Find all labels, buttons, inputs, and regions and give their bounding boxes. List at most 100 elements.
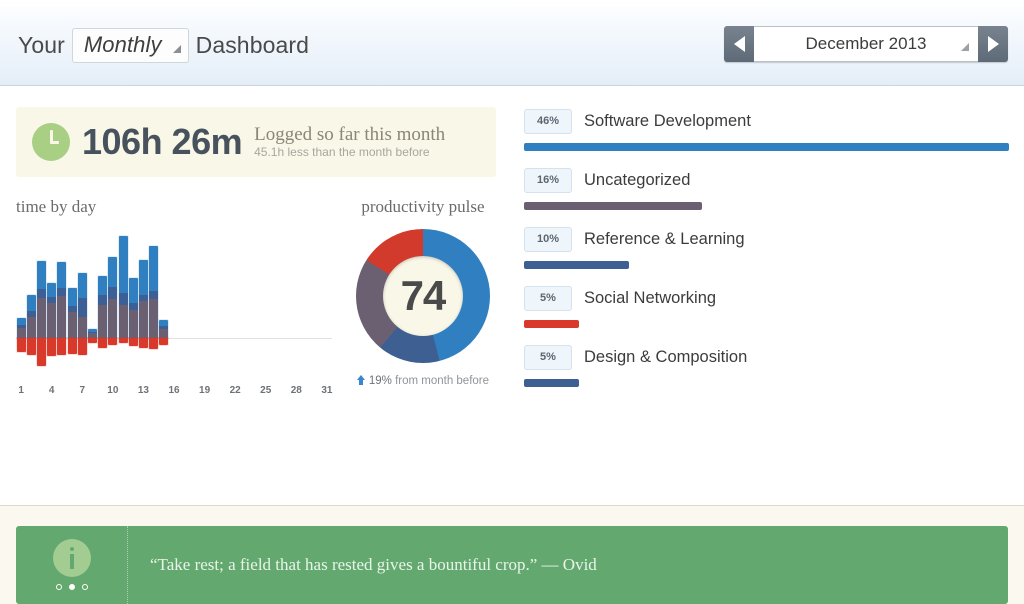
pulse-score: 74 <box>400 272 447 319</box>
bar-segment-distracting <box>118 338 128 343</box>
bar-segment-neutral <box>57 296 67 338</box>
info-icon <box>52 538 91 577</box>
axis-tick-label: 10 <box>107 385 119 396</box>
carousel-dot-2[interactable] <box>68 583 75 590</box>
previous-period-button[interactable] <box>724 26 754 62</box>
left-column: 106h 26m Logged so far this month 45.1h … <box>16 107 496 401</box>
category-bar <box>524 143 1009 151</box>
category-row[interactable]: 5% Design & Composition <box>524 344 1008 387</box>
bar-segment-distracting <box>149 338 159 349</box>
date-navigator: December 2013 <box>724 26 1008 62</box>
carousel-dot-1[interactable] <box>55 583 62 590</box>
bar-segment-neutral <box>138 300 148 338</box>
dashboard-header: Your Monthly Dashboard December 2013 <box>0 0 1024 86</box>
title-prefix: Your <box>18 32 65 58</box>
quote-banner: “Take rest; a field that has rested give… <box>16 526 1008 604</box>
category-row[interactable]: 16% Uncategorized <box>524 167 1008 210</box>
bar-segment-neutral <box>159 329 169 338</box>
bar-segment-distracting <box>36 338 46 367</box>
total-time-value: 106h 26m <box>82 121 243 162</box>
axis-tick-label: 7 <box>79 385 86 396</box>
summary-texts: Logged so far this month 45.1h less than… <box>254 124 445 160</box>
category-percent: 16% <box>524 167 572 193</box>
category-header: 10% Reference & Learning <box>524 226 1008 252</box>
bar-segment-neutral <box>98 304 108 338</box>
bar-segment-neutral <box>128 310 138 338</box>
dashboard-content: 106h 26m Logged so far this month 45.1h … <box>0 86 1024 604</box>
category-bar <box>524 261 629 269</box>
category-header: 5% Social Networking <box>524 285 1008 311</box>
pulse-change-text: from month before <box>395 375 490 387</box>
bar-segment-neutral <box>36 298 46 338</box>
bar-segment-distracting <box>47 338 57 357</box>
triangle-left-icon <box>733 36 745 52</box>
bar-segment-distracting <box>159 338 169 345</box>
category-percent: 5% <box>524 285 572 311</box>
time-logged-summary: 106h 26m Logged so far this month 45.1h … <box>16 107 496 177</box>
category-header: 46% Software Development <box>524 108 1008 134</box>
pulse-change: 19% from month before <box>350 375 496 387</box>
carousel-dot-3[interactable] <box>81 583 88 590</box>
chevron-down-icon <box>961 43 969 51</box>
category-percent: 46% <box>524 108 572 134</box>
next-period-button[interactable] <box>978 26 1008 62</box>
bar-segment-distracting <box>108 338 118 346</box>
quote-icon-column <box>16 526 128 604</box>
axis-tick-label: 1 <box>18 385 24 396</box>
category-name: Design & Composition <box>584 347 748 366</box>
bar-segment-distracting <box>26 338 36 355</box>
date-select[interactable]: December 2013 <box>754 26 978 62</box>
category-percent: 10% <box>524 226 572 252</box>
axis-tick-label: 31 <box>321 385 333 396</box>
category-header: 16% Uncategorized <box>524 167 1008 193</box>
page-title: Your Monthly Dashboard <box>18 28 309 63</box>
axis-tick-label: 25 <box>260 385 272 396</box>
category-bar <box>524 379 579 387</box>
range-select-label: Monthly <box>83 32 162 57</box>
bar-segment-neutral <box>26 316 36 338</box>
bar-segment-neutral <box>118 304 128 338</box>
category-header: 5% Design & Composition <box>524 344 1008 370</box>
bar-segment-neutral <box>108 299 118 338</box>
axis-tick-label: 13 <box>137 385 149 396</box>
bar-segment-neutral <box>47 302 57 338</box>
bar-segment-distracting <box>16 338 26 353</box>
pulse-change-pct: 19% <box>368 375 392 387</box>
category-bar <box>524 320 579 328</box>
quote-text: “Take rest; a field that has rested give… <box>150 555 597 574</box>
summary-headline: Logged so far this month <box>254 124 446 146</box>
charts-row: time by day 1 4 7 10 13 16 19 22 25 28 31 producti… <box>16 197 496 401</box>
time-by-day-title: time by day <box>16 197 97 216</box>
axis-tick-label: 22 <box>229 385 241 396</box>
category-name: Reference & Learning <box>584 229 745 248</box>
category-row[interactable]: 5% Social Networking <box>524 285 1008 328</box>
bar-segment-neutral <box>67 312 77 338</box>
date-label: December 2013 <box>805 34 927 53</box>
time-by-day-chart[interactable] <box>16 231 332 371</box>
summary-subline: 45.1h less than the month before <box>254 145 430 160</box>
productivity-pulse-panel: productivity pulse 74 19% from month bef… <box>350 197 496 401</box>
up-arrow-icon <box>356 375 366 385</box>
axis-tick-label: 4 <box>48 385 55 396</box>
top-categories-list: 46% Software Development 16% Uncategorized 1… <box>524 108 1009 403</box>
category-percent: 5% <box>524 344 572 370</box>
productivity-pulse-title: productivity pulse <box>361 197 485 216</box>
bar-segment-distracting <box>98 338 108 348</box>
bar-segment-neutral <box>149 299 159 338</box>
category-name: Software Development <box>584 111 751 130</box>
category-row[interactable]: 10% Reference & Learning <box>524 226 1008 269</box>
category-name: Social Networking <box>584 288 717 307</box>
triangle-right-icon <box>987 36 999 52</box>
axis-tick-label: 19 <box>199 385 211 396</box>
bar-segment-distracting <box>128 338 138 347</box>
carousel-dots[interactable] <box>55 583 88 590</box>
range-select[interactable]: Monthly <box>71 28 189 63</box>
productivity-pulse-chart[interactable]: 74 <box>355 229 490 363</box>
axis-tick-label: 16 <box>168 385 180 396</box>
category-bar <box>524 202 702 210</box>
bar-segment-neutral <box>77 316 87 338</box>
category-row[interactable]: 46% Software Development <box>524 108 1009 151</box>
bar-segment-distracting <box>57 338 67 356</box>
time-by-day-panel: time by day 1 4 7 10 13 16 19 22 25 28 31 <box>16 197 342 401</box>
bar-segment-distracting <box>138 338 148 348</box>
